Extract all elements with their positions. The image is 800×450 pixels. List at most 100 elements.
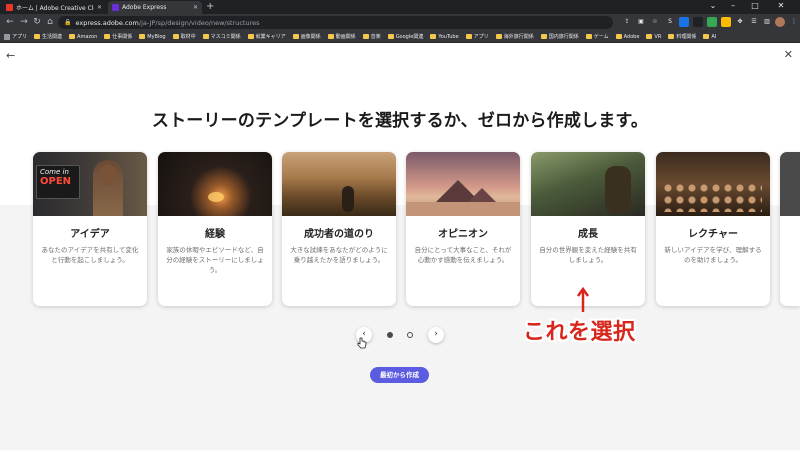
hiker-silhouette [605,166,631,214]
card-description: 大きな試練をあなたがどのように乗り越えたかを語りましょう。 [290,246,388,264]
tab-close-icon[interactable]: ✕ [193,4,198,11]
address-bar[interactable]: 🔒 express.adobe.com /ja-JP/sp/design/vid… [58,16,613,29]
bookmark-label: アプリ [473,34,489,40]
extension-s-icon[interactable]: S [665,17,675,27]
bookmark-folder[interactable]: 就業キャリア [247,33,286,40]
share-icon[interactable]: ⇪ [622,17,632,27]
folder-icon [327,34,334,39]
forward-icon[interactable]: → [18,17,30,27]
bookmark-folder[interactable]: アプリ [465,33,489,40]
extensions-puzzle-icon[interactable]: ✤ [735,17,745,27]
bookmark-label: Amazon [77,33,98,40]
card-description: 家族の休暇やエピソードなど、自分の経験をストーリーにしましょう。 [166,246,264,274]
bookmark-folder[interactable]: 海外旅行関係 [495,33,534,40]
back-arrow-icon[interactable]: ← [6,49,15,62]
tab-creative-cloud[interactable]: ホーム | Adobe Creative Cloud ✕ [2,1,106,14]
bookmark-label: AI [711,33,717,40]
folder-icon [646,34,653,39]
extension-yellow-icon[interactable] [721,17,731,27]
url-host: express.adobe.com [75,18,139,27]
folder-icon [703,34,710,39]
bookmark-folder[interactable]: ゲーム [585,33,609,40]
bookmark-label: 取材中 [180,34,196,40]
bookmark-folder[interactable]: 国内旅行関係 [540,33,579,40]
create-from-scratch-button[interactable]: 最初から作成 [370,367,429,383]
page-content: ← ✕ ストーリーのテンプレートを選択するか、ゼロから作成します。 Come i… [0,43,800,450]
bookmark-label: 画像関係 [300,34,321,40]
card-description: 自分の世界観を変えた経験を共有しましょう。 [539,246,637,264]
card-thumbnail [282,152,396,216]
template-card-opinion[interactable]: オピニオン 自分にとって大事なこと、それが心動かす感動を伝えましょう。 [406,152,520,306]
extension-green-icon[interactable] [707,17,717,27]
bookmark-label: 国内旅行関係 [548,34,579,40]
extension-dark-icon[interactable] [693,17,703,27]
bookmark-folder[interactable]: VR [646,34,661,40]
bookmark-label: 就業キャリア [255,34,286,40]
window-close-icon[interactable]: ✕ [772,1,790,10]
lock-icon: 🔒 [64,19,72,26]
card-title: 経験 [205,229,225,240]
bookmark-folder[interactable]: 仕事関係 [104,33,132,40]
carousel-dot-active[interactable] [387,332,393,338]
new-tab-icon[interactable]: + [206,2,214,12]
bookmark-folder[interactable]: AI [703,34,716,40]
browser-toolbar: ← → ↻ ⌂ 🔒 express.adobe.com /ja-JP/sp/de… [0,14,800,31]
bookmark-folder[interactable]: Amazon [69,34,97,40]
folder-icon [585,34,592,39]
home-icon[interactable]: ⌂ [44,17,56,27]
tab-close-icon[interactable]: ✕ [97,4,102,11]
bookmark-folder[interactable]: Google関連 [387,33,424,40]
folder-icon [202,34,209,39]
extension-blue-icon[interactable] [679,17,689,27]
bookmark-star-icon[interactable]: ☆ [650,17,660,27]
maximize-icon[interactable]: □ [746,1,764,10]
bookmark-folder[interactable]: 動画関係 [327,33,356,40]
bookmark-folder[interactable]: マスコミ関係 [202,33,241,40]
bookmark-label: アプリ [12,34,28,40]
close-icon[interactable]: ✕ [784,48,793,61]
reload-icon[interactable]: ↻ [31,17,43,27]
translate-icon[interactable]: ▣ [636,17,646,27]
card-title: オピニオン [438,229,488,240]
bookmark-label: Google関連 [395,34,424,40]
bookmark-folder[interactable]: 取材中 [172,33,196,40]
folder-icon [540,34,547,39]
bookmark-folder[interactable]: 音楽 [362,33,381,40]
sign-line-come-in: Come in [40,168,69,176]
bookmark-folder[interactable]: YouTube [430,34,459,40]
bookmark-folder[interactable]: 料理関係 [668,33,696,40]
more-menu-icon[interactable]: ⋮ [789,17,799,27]
bookmark-label: 動画関係 [335,34,356,40]
card-title: レクチャー [688,229,738,240]
audience-heads [662,182,762,212]
minimize-icon[interactable]: – [724,1,742,10]
bookmark-apps[interactable]: アプリ [4,33,27,40]
avatar[interactable] [775,17,785,27]
folder-icon [495,34,502,39]
bookmark-folder[interactable]: Adobe [615,34,639,40]
annotation-label: これを選択 [523,320,636,345]
tab-label: Adobe Express [122,4,167,11]
card-thumbnail [780,152,800,216]
hand-cursor-icon [357,337,367,349]
tab-adobe-express[interactable]: Adobe Express ✕ [108,1,202,14]
template-card-success-journey[interactable]: 成功者の道のり 大きな試練をあなたがどのように乗り越えたかを語りましょう。 [282,152,396,306]
tab-search-icon[interactable]: ⌄ [704,1,722,10]
carousel-dot[interactable] [407,332,413,338]
template-card-experience[interactable]: 経験 家族の休暇やエピソードなど、自分の経験をストーリーにしましょう。 [158,152,272,306]
bookmark-folder[interactable]: MyBlog [139,34,166,40]
template-card-growth[interactable]: 成長 自分の世界観を変えた経験を共有しましょう。 [531,152,645,306]
carousel-next-button[interactable]: › [428,327,444,343]
folder-icon [387,34,394,39]
reading-list-icon[interactable]: ☰ [749,17,759,27]
template-card-partial[interactable] [780,152,800,306]
card-title: 成功者の道のり [304,229,374,240]
folder-icon [430,34,437,39]
bookmark-folder[interactable]: 画像関係 [292,33,321,40]
back-icon[interactable]: ← [4,17,16,27]
bookmark-folder[interactable]: 生活関連 [34,33,62,40]
card-title: アイデア [70,229,110,240]
sidebar-icon[interactable]: ▥ [762,17,772,27]
template-card-lecture[interactable]: レクチャー 新しいアイデアを学び、理解するのを助けましょう。 [656,152,770,306]
template-card-idea[interactable]: Come in OPEN アイデア あなたのアイデアを共有して変化と行動を起こし… [33,152,147,306]
